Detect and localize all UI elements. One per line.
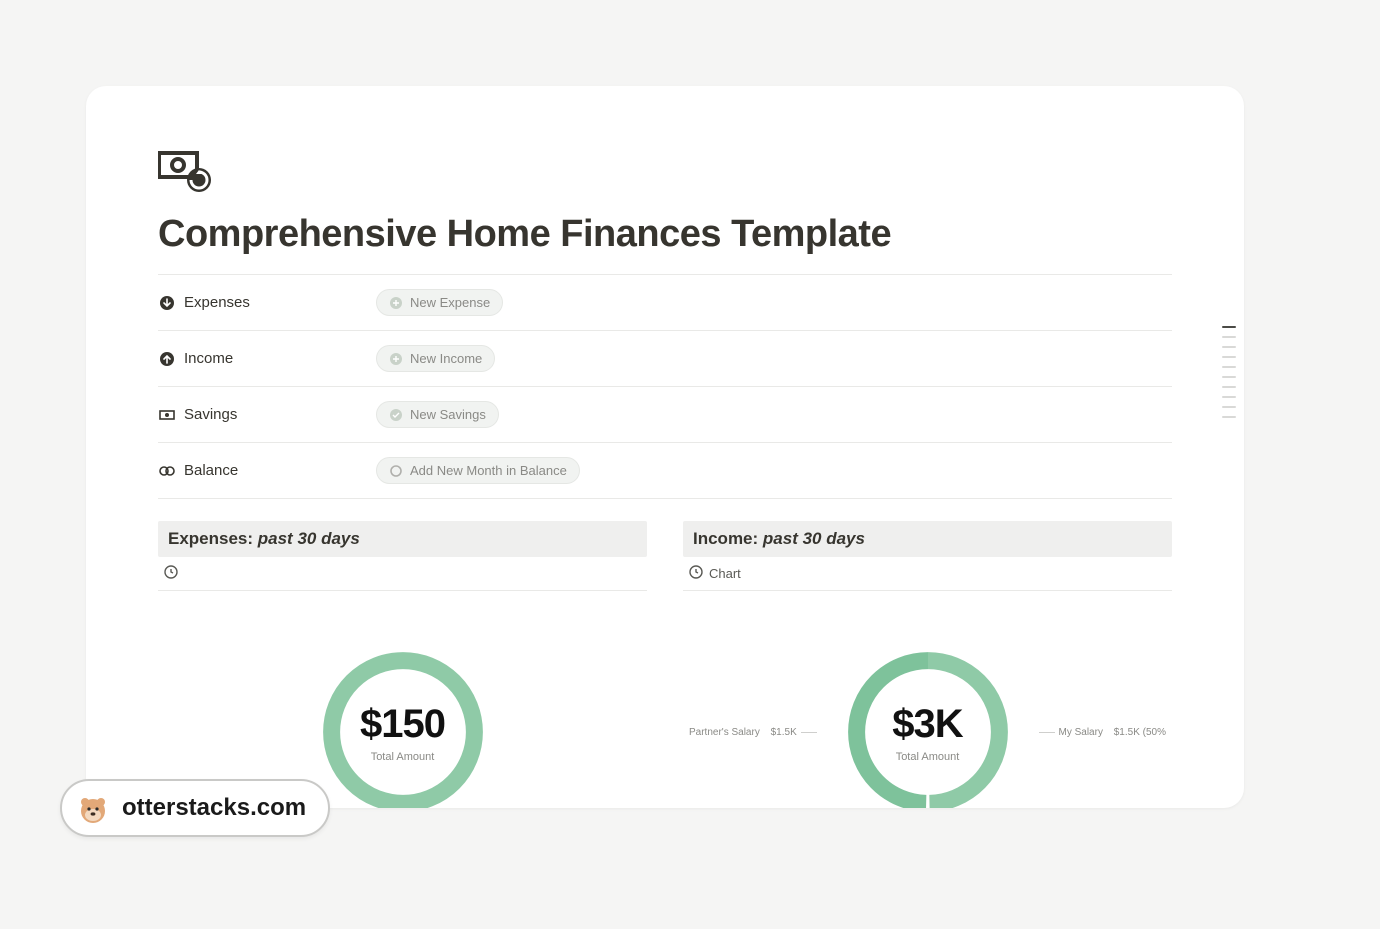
add-month-balance-button[interactable]: Add New Month in Balance [376, 457, 580, 484]
expenses-donut-chart: $150 Total Amount [318, 647, 488, 808]
check-circle-icon [389, 408, 403, 422]
summary-section: Expenses: past 30 days $150 [158, 521, 1172, 808]
income-panel-toolbar[interactable]: Chart [683, 557, 1172, 591]
outline-tick-icon [1222, 416, 1236, 418]
new-income-button[interactable]: New Income [376, 345, 495, 372]
button-label: New Savings [410, 407, 486, 422]
brand-pill[interactable]: otterstacks.com [60, 779, 330, 837]
outline-tick-icon [1222, 336, 1236, 338]
money-cycle-icon [158, 148, 1172, 197]
page-outline-indicator[interactable] [1222, 326, 1236, 418]
row-label-text: Balance [184, 462, 238, 479]
row-label-expenses: Expenses [158, 294, 376, 312]
cash-icon [158, 406, 176, 424]
income-label-right: My Salary $1.5K (50% [1039, 727, 1167, 738]
plus-circle-icon [389, 296, 403, 310]
outline-tick-icon [1222, 366, 1236, 368]
new-savings-button[interactable]: New Savings [376, 401, 499, 428]
circle-outline-icon [389, 464, 403, 478]
arrow-up-circle-icon [158, 350, 176, 368]
income-donut-chart: $3K Total Amount [843, 647, 1013, 808]
row-label-text: Expenses [184, 294, 250, 311]
expenses-panel: Expenses: past 30 days $150 [158, 521, 647, 808]
arrow-down-circle-icon [158, 294, 176, 312]
row-income: Income New Income [158, 330, 1172, 386]
outline-tick-icon [1222, 326, 1236, 328]
row-label-text: Income [184, 350, 233, 367]
outline-tick-icon [1222, 396, 1236, 398]
cycle-icon [158, 462, 176, 480]
row-label-savings: Savings [158, 406, 376, 424]
outline-tick-icon [1222, 356, 1236, 358]
button-label: New Expense [410, 295, 490, 310]
outline-tick-icon [1222, 386, 1236, 388]
income-panel-title: Income: past 30 days [683, 521, 1172, 557]
row-label-text: Savings [184, 406, 237, 423]
button-label: Add New Month in Balance [410, 463, 567, 478]
clock-icon [689, 565, 703, 582]
button-label: New Income [410, 351, 482, 366]
outline-tick-icon [1222, 376, 1236, 378]
income-panel: Income: past 30 days Chart Partner's Sal… [683, 521, 1172, 808]
expenses-total-label: Total Amount [360, 751, 445, 763]
row-savings: Savings New Savings [158, 386, 1172, 442]
income-label-left: Partner's Salary $1.5K [689, 727, 817, 738]
new-expense-button[interactable]: New Expense [376, 289, 503, 316]
row-label-income: Income [158, 350, 376, 368]
outline-tick-icon [1222, 346, 1236, 348]
row-expenses: Expenses New Expense [158, 274, 1172, 330]
category-rows: Expenses New Expense Income [158, 274, 1172, 499]
label-line-icon [1039, 732, 1055, 733]
income-total-label: Total Amount [892, 751, 962, 763]
income-total-value: $3K [892, 702, 962, 747]
main-card: Comprehensive Home Finances Template Exp… [86, 86, 1244, 808]
row-balance: Balance Add New Month in Balance [158, 442, 1172, 499]
toolbar-text: Chart [709, 566, 741, 581]
plus-circle-icon [389, 352, 403, 366]
clock-icon [164, 565, 178, 582]
income-donut-wrap: Partner's Salary $1.5K My Salary $1.5K (… [683, 647, 1172, 808]
expenses-total-value: $150 [360, 702, 445, 747]
page-title: Comprehensive Home Finances Template [158, 213, 1172, 256]
label-line-icon [801, 732, 817, 733]
brand-text: otterstacks.com [122, 794, 306, 822]
row-label-balance: Balance [158, 462, 376, 480]
expenses-panel-title: Expenses: past 30 days [158, 521, 647, 557]
outline-tick-icon [1222, 406, 1236, 408]
otter-icon [76, 791, 110, 825]
expenses-panel-toolbar[interactable] [158, 557, 647, 591]
